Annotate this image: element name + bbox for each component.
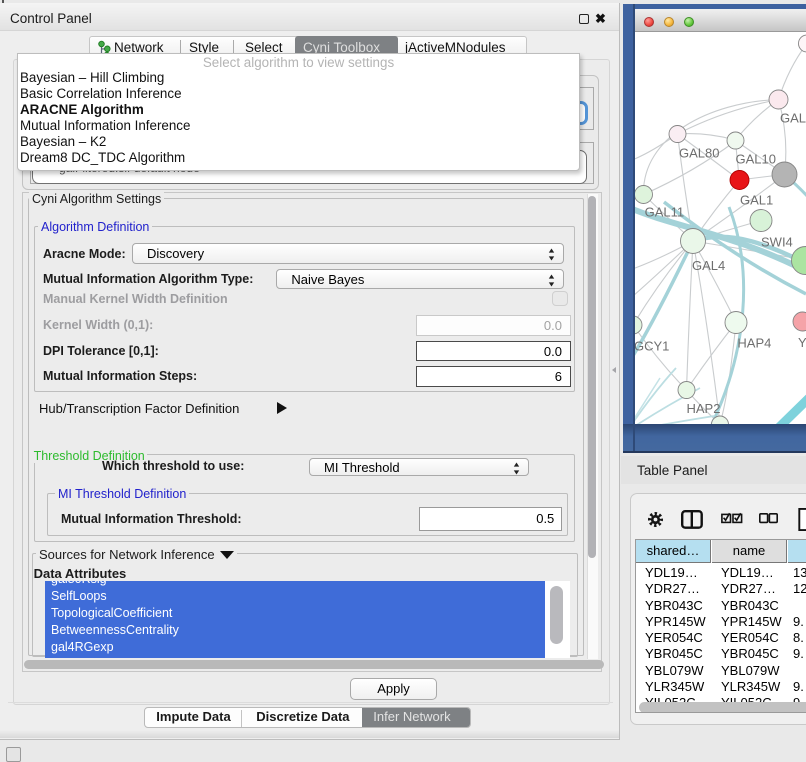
svg-text:GAL11: GAL11 (645, 205, 685, 220)
svg-text:GAL: GAL (780, 111, 806, 126)
svg-text:GAL1: GAL1 (740, 193, 773, 208)
svg-text:GCY1: GCY1 (634, 339, 669, 354)
svg-text:GAL80: GAL80 (679, 146, 719, 161)
svg-text:HAP4: HAP4 (737, 336, 771, 351)
svg-text:HAP2: HAP2 (687, 401, 721, 416)
svg-text:SWI4: SWI4 (761, 235, 793, 250)
svg-text:GAL10: GAL10 (736, 152, 776, 167)
svg-text:GAL4: GAL4 (692, 258, 725, 273)
svg-text:Y: Y (798, 335, 806, 350)
